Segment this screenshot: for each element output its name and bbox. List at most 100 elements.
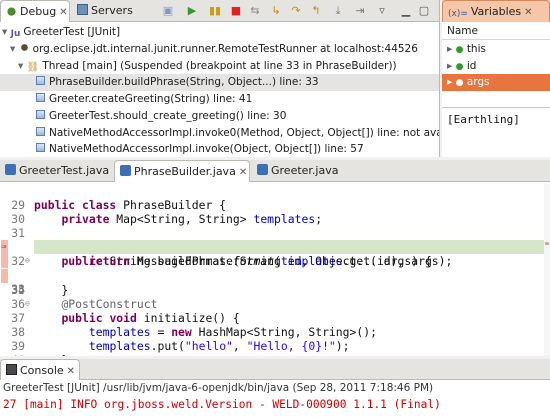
maximize-icon[interactable]: ▢ [416,3,432,19]
field-icon: ● [455,62,464,72]
tab-console-label: Console [20,364,64,377]
console-tabbar: Console ✕ [0,359,550,380]
tree-item-launch[interactable]: ▾ Ju GreeterTest [JUnit] [0,24,439,41]
suspend-icon[interactable]: ▮▮ [207,3,223,19]
code-line: 39 templates.put("hello", "Hello, {0}!")… [0,325,550,353]
debug-tabbar: Debug ✕ Servers ▣ ▶ ▮▮ ■ ⇆ ↳ ↷ ↰ ⤓ ⇥ ▿ ▁ … [0,0,439,22]
tab-greeter[interactable]: Greeter.java [252,160,344,182]
stack-frame-label: GreeterTest.should_create_greeting() lin… [49,110,287,122]
tab-servers[interactable]: Servers [72,0,134,22]
stack-frame-label: Greeter.createGreeting(String) line: 41 [49,93,253,105]
breakpoint-ruler-mark[interactable] [545,242,549,245]
field-icon: ● [455,45,464,55]
code-line: ⇒ 33 [0,240,34,296]
expand-icon[interactable]: ▸ [447,76,456,88]
code-line: 31 [0,212,550,240]
stack-frame-icon [36,93,45,102]
stack-frame[interactable]: Greeter.createGreeting(String) line: 41 [0,91,439,108]
column-name-header: Name [447,25,478,37]
tab-variables[interactable]: (x)= Variables ✕ [442,0,550,22]
code-line: 29 public class PhraseBuilder { [0,184,550,212]
debug-bug-icon [6,5,17,16]
editor-tabbar: GreeterTest.java PhraseBuilder.java ✕ Gre… [0,160,550,182]
java-file-icon [120,165,131,176]
code-line: 30 private Map<String, String> templates… [0,198,550,226]
variable-detail-pane[interactable]: [Earthling] [447,113,520,126]
resume-icon[interactable]: ▶ [184,3,200,19]
editor-area: GreeterTest.java PhraseBuilder.java ✕ Gre… [0,160,550,356]
tab-servers-label: Servers [91,4,133,17]
variables-icon: (x)= [448,9,468,19]
close-icon[interactable]: ✕ [524,7,532,18]
tree-item-thread[interactable]: ▾ ⛓ Thread [main] (Suspended (breakpoint … [0,58,439,75]
thread-suspended-icon: ⛓ [26,62,40,73]
step-into-icon[interactable]: ↳ [268,3,284,19]
variable-this[interactable]: ▸ ● this [442,41,550,58]
tree-item-label: Thread [main] (Suspended (breakpoint at … [42,60,397,72]
code-line: 41} [0,353,550,356]
stack-frame[interactable]: NativeMethodAccessorImpl.invoke0(Method,… [0,125,439,142]
console-view: Console ✕ GreeterTest [JUnit] /usr/lib/jv… [0,359,550,417]
stack-frame-selected[interactable]: PhraseBuilder.buildPhrase(String, Object… [0,74,439,91]
close-icon[interactable]: ✕ [59,7,67,18]
tab-debug-label: Debug [20,5,57,18]
current-instruction-line: return MessageFormat.format(templates.ge… [34,240,550,268]
expand-icon[interactable]: ▸ [447,43,456,55]
step-return-icon[interactable]: ↰ [308,3,324,19]
use-step-filters-icon[interactable]: ⇥ [352,3,368,19]
stack-frame-icon [36,143,45,152]
stack-frame-icon [36,110,45,119]
editor-tab-label: PhraseBuilder.java [134,165,236,178]
variable-label: this [466,43,486,55]
stack-frame-label: NativeMethodAccessorImpl.invoke0(Method,… [49,127,440,139]
variable-id[interactable]: ▸ ● id [442,58,550,75]
junit-icon: Ju [10,29,21,39]
stack-frame-icon [36,76,45,85]
variables-view: (x)= Variables ✕ Name ▸ ● this ▸ ● id ▸ ● … [442,0,550,157]
drop-to-frame-icon[interactable]: ⤓ [330,3,346,19]
variables-tabbar: (x)= Variables ✕ [442,0,550,22]
expand-icon[interactable]: ▾ [18,60,27,72]
variables-divider [442,107,550,108]
variable-label: id [466,60,477,72]
stack-frame[interactable]: NativeMethodAccessorImpl.invoke(Object, … [0,141,439,157]
code-line: 37 public void initialize() { [0,297,550,325]
tab-debug[interactable]: Debug ✕ [0,0,70,22]
debug-target-icon [18,42,30,53]
expand-icon[interactable]: ▸ [447,60,456,72]
code-line: 35 [0,269,550,297]
view-menu-icon[interactable]: ▿ [374,3,390,19]
editor-tab-label: GreeterTest.java [19,164,110,177]
field-icon: ● [455,78,464,88]
close-icon[interactable]: ✕ [67,366,75,377]
java-file-icon [257,164,268,175]
stack-frame[interactable]: GreeterTest.should_create_greeting() lin… [0,108,439,125]
tree-item-target[interactable]: ▾ org.eclipse.jdt.internal.junit.runner.… [0,41,439,58]
remove-launches-icon[interactable]: ▣ [160,3,176,19]
debug-view: Debug ✕ Servers ▣ ▶ ▮▮ ■ ⇆ ↳ ↷ ↰ ⤓ ⇥ ▿ ▁ … [0,0,440,157]
variable-args[interactable]: ▸ ● args [442,74,550,91]
console-process-label: GreeterTest [JUnit] /usr/lib/jvm/java-6-… [3,382,434,394]
close-icon[interactable]: ✕ [239,167,247,178]
terminate-icon[interactable]: ■ [228,3,244,19]
tab-variables-label: Variables [470,5,522,18]
tab-console[interactable]: Console ✕ [0,359,80,380]
code-line: 36 ⊖ @PostConstruct [0,283,550,311]
expand-icon[interactable]: ▾ [10,43,19,55]
code-line: 40 } [0,339,550,356]
variables-column-header[interactable]: Name [442,23,550,40]
minimize-icon[interactable]: ▁ [398,3,414,19]
disconnect-icon[interactable]: ⇆ [247,3,263,19]
code-line: 32 ⊖ public String buildPhrase(String id,… [0,226,550,268]
tab-phrasebuilder[interactable]: PhraseBuilder.java ✕ [114,160,250,182]
expand-icon[interactable]: ▾ [2,26,11,38]
overview-ruler[interactable] [544,184,550,356]
editor-tab-label: Greeter.java [271,164,339,177]
tree-item-label: GreeterTest [JUnit] [23,26,121,38]
console-output-line[interactable]: 27 [main] INFO org.jboss.weld.Version - … [3,398,441,411]
code-body[interactable]: 29 public class PhraseBuilder { 30 privat… [0,184,550,356]
step-over-icon[interactable]: ↷ [288,3,304,19]
tab-greetertest[interactable]: GreeterTest.java [0,160,112,182]
stack-frame-icon [36,127,45,136]
code-line: 38 templates = new HashMap<String, Strin… [0,311,550,339]
